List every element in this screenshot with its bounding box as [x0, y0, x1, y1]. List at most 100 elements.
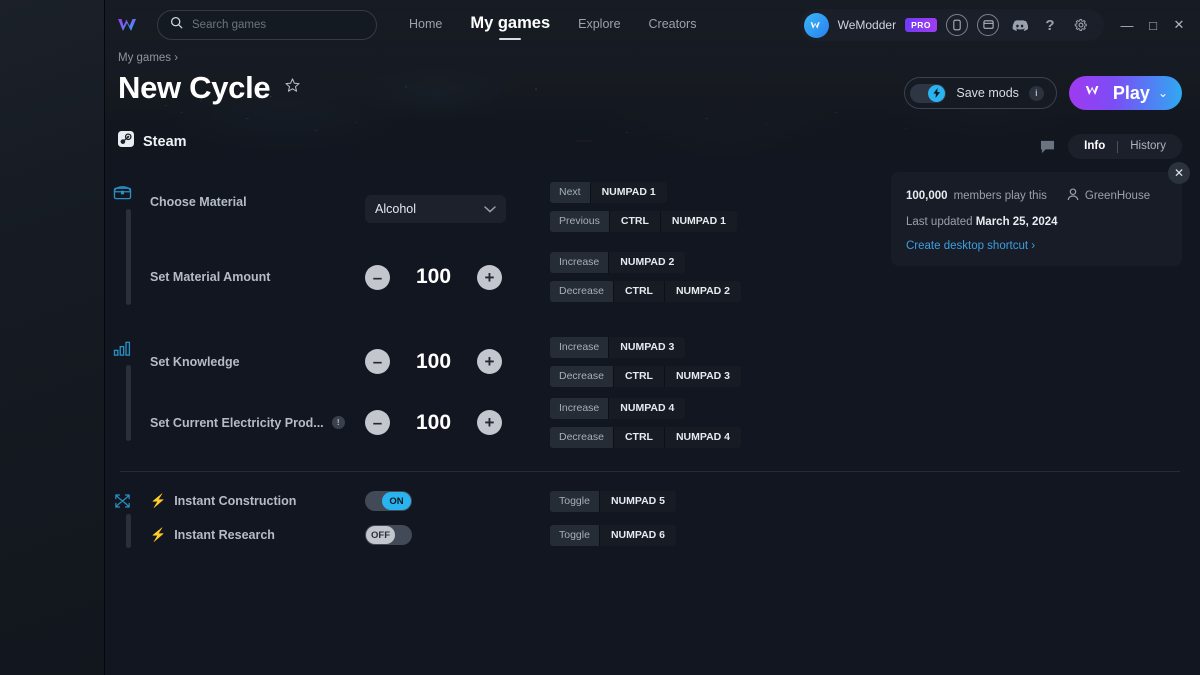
increment-button[interactable]: +: [477, 264, 502, 290]
hero-artwork-detail: [1115, 120, 1118, 121]
wemod-avatar-icon: [803, 12, 829, 38]
search-input[interactable]: [192, 19, 357, 31]
toggle-knob: ON: [382, 492, 411, 510]
phone-icon[interactable]: [946, 14, 968, 36]
info-card-updated-row: Last updated March 25, 2024: [906, 216, 1166, 228]
play-dropdown-caret-icon[interactable]: ⌄: [1158, 86, 1168, 100]
mod-group-rows: Set Knowledge – 100 + Increase NUMPAD 3 …: [150, 331, 1200, 453]
nav-item-explore[interactable]: Explore: [578, 17, 620, 34]
mod-row: Set Knowledge – 100 + Increase NUMPAD 3 …: [150, 331, 1200, 392]
app-root: Home My games Explore Creators WeModder …: [0, 0, 1200, 675]
decrement-button[interactable]: –: [365, 349, 390, 374]
treasure-chest-icon: [112, 182, 132, 202]
hotkey-action: Increase: [550, 252, 609, 273]
hotkey-action: Increase: [550, 397, 609, 419]
info-card-close-button[interactable]: ✕: [1168, 162, 1190, 184]
mod-label: Set Current Electricity Prod... !: [150, 416, 360, 430]
mod-group-line: [126, 365, 131, 441]
wemod-w-icon: [1083, 83, 1105, 103]
mod-control: OFF: [360, 525, 550, 545]
top-bar: Home My games Explore Creators WeModder …: [105, 0, 1200, 50]
help-icon[interactable]: ?: [1039, 14, 1061, 36]
create-desktop-shortcut-link[interactable]: Create desktop shortcut ›: [906, 240, 1166, 252]
save-mods-switch[interactable]: [910, 83, 947, 103]
hero-artwork-detail: [835, 112, 838, 113]
mod-group-instant: ⚡ Instant Construction ON Toggle NUMPAD …: [105, 484, 1200, 552]
star-outline-icon[interactable]: [284, 77, 301, 99]
decrement-button[interactable]: –: [365, 410, 390, 435]
stepper-value: 100: [415, 410, 452, 434]
hotkey-row[interactable]: Increase NUMPAD 4: [550, 397, 1200, 419]
desktop-icon[interactable]: [977, 14, 999, 36]
window-maximize-button[interactable]: □: [1142, 14, 1164, 36]
hotkey-row[interactable]: Increase NUMPAD 3: [550, 336, 1200, 358]
hero-artwork-detail: [245, 118, 249, 119]
save-mods-toggle[interactable]: Save mods i: [904, 77, 1057, 109]
nav-item-my-games[interactable]: My games: [470, 14, 550, 36]
page-title: New Cycle: [118, 70, 271, 105]
knowledge-stepper: – 100 +: [365, 349, 502, 374]
increment-button[interactable]: +: [477, 349, 502, 374]
platform-name: Steam: [143, 133, 187, 150]
save-mods-info-icon[interactable]: i: [1028, 85, 1044, 101]
hotkey-action: Decrease: [550, 281, 613, 302]
nav-item-creators[interactable]: Creators: [649, 17, 697, 34]
mod-row: ⚡ Instant Construction ON Toggle NUMPAD …: [150, 484, 1200, 518]
search-box[interactable]: [157, 10, 377, 40]
mod-label: Choose Material: [150, 195, 247, 209]
cross-gear-icon: [112, 491, 132, 511]
hotkey-modifier: CTRL: [612, 426, 664, 448]
desktop-left-rail: [0, 0, 104, 675]
hotkey-list: Increase NUMPAD 4 Decrease CTRL NUMPAD 4: [550, 397, 1200, 448]
nav-item-home[interactable]: Home: [409, 17, 442, 34]
hotkey-row[interactable]: Decrease CTRL NUMPAD 4: [550, 426, 1200, 448]
section-divider: [120, 471, 1180, 472]
settings-gear-icon[interactable]: [1070, 14, 1092, 36]
hotkey-list: Increase NUMPAD 3 Decrease CTRL NUMPAD 3: [550, 336, 1200, 387]
discord-icon[interactable]: [1008, 14, 1030, 36]
info-card-author[interactable]: GreenHouse: [1067, 188, 1150, 204]
mod-control: – 100 +: [360, 264, 550, 290]
info-card-members-row: 100,000 members play this GreenHouse: [906, 188, 1166, 204]
breadcrumb[interactable]: My games ›: [118, 52, 178, 64]
hotkey-action: Decrease: [550, 426, 613, 448]
hotkey-row[interactable]: Toggle NUMPAD 5: [550, 490, 1200, 512]
stepper-value: 100: [415, 349, 452, 373]
hotkey-row[interactable]: Decrease CTRL NUMPAD 3: [550, 365, 1200, 387]
steam-icon: [118, 131, 134, 152]
instant-research-toggle[interactable]: OFF: [365, 525, 412, 545]
window-minimize-button[interactable]: —: [1116, 14, 1138, 36]
hotkey-row[interactable]: Decrease CTRL NUMPAD 2: [550, 281, 1200, 302]
tab-info[interactable]: Info: [1072, 134, 1117, 159]
account-chip[interactable]: WeModder PRO ?: [799, 9, 1104, 41]
chat-bubble-icon[interactable]: [1036, 136, 1058, 158]
save-mods-label: Save mods: [956, 86, 1019, 100]
mod-label: Set Knowledge: [150, 354, 240, 369]
hero-artwork-detail: [905, 128, 907, 129]
play-button[interactable]: Play ⌄: [1068, 76, 1182, 110]
choose-material-dropdown[interactable]: Alcohol: [365, 195, 506, 223]
hotkey-action: Decrease: [550, 365, 613, 387]
group-gap: [105, 317, 1200, 331]
hero-artwork-detail: [405, 85, 407, 88]
warning-icon[interactable]: !: [331, 416, 345, 429]
mod-label-text: Set Current Electricity Prod...: [150, 415, 324, 430]
hotkey-key: NUMPAD 2: [663, 281, 742, 302]
instant-construction-toggle[interactable]: ON: [365, 491, 412, 511]
hotkey-key: NUMPAD 3: [608, 336, 686, 358]
hero-artwork-detail: [315, 130, 318, 131]
wemod-logo-icon[interactable]: [115, 11, 145, 39]
hotkey-row[interactable]: Toggle NUMPAD 6: [550, 524, 1200, 546]
hero-artwork-detail: [575, 140, 593, 142]
breadcrumb-caret-icon: ›: [174, 52, 179, 64]
decrement-button[interactable]: –: [365, 264, 390, 290]
play-label: Play: [1112, 82, 1150, 103]
window-close-button[interactable]: ✕: [1168, 14, 1190, 36]
bar-chart-icon: [112, 338, 132, 358]
pro-badge: PRO: [905, 18, 937, 32]
tab-history[interactable]: History: [1118, 134, 1178, 159]
increment-button[interactable]: +: [477, 410, 502, 435]
search-icon: [170, 16, 183, 34]
hotkey-key: NUMPAD 4: [608, 397, 686, 419]
breadcrumb-label: My games: [118, 52, 175, 64]
